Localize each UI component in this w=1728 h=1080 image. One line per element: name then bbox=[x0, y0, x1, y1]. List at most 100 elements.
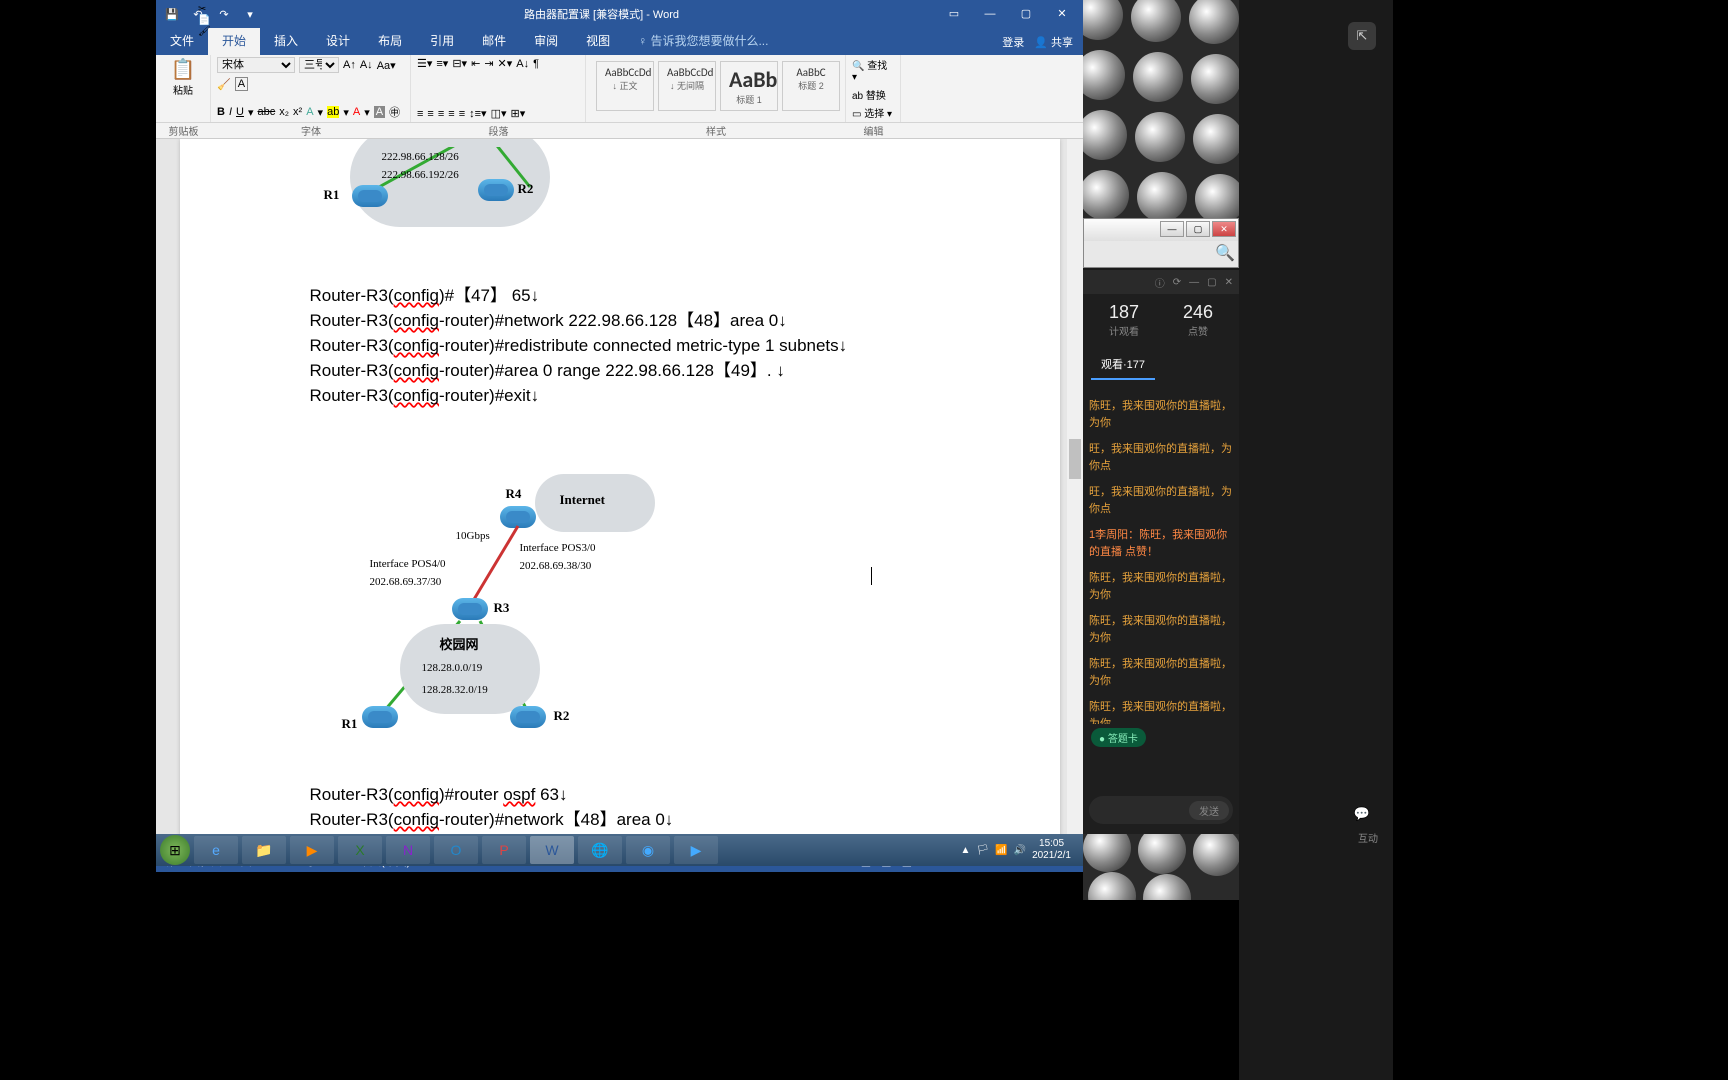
change-case-icon[interactable]: Aa▾ bbox=[377, 59, 396, 72]
save-icon[interactable]: 💾 bbox=[164, 8, 180, 21]
share-float-button[interactable]: ⇱ bbox=[1348, 22, 1376, 50]
document-area[interactable]: 222.98.66.128/26 222.98.66.192/26 R1 R2 … bbox=[156, 139, 1083, 850]
font-size-select[interactable]: 三号 bbox=[299, 57, 339, 73]
chat-messages[interactable]: 陈旺，我来围观你的直播啦，为你 旺，我来围观你的直播啦，为你点 旺，我来围观你的… bbox=[1083, 384, 1239, 724]
tab-insert[interactable]: 插入 bbox=[260, 28, 312, 55]
mini-maximize-button[interactable]: ▢ bbox=[1186, 221, 1210, 237]
qat-dropdown-icon[interactable]: ▾ bbox=[242, 8, 258, 21]
tell-me-search[interactable]: ♀ 告诉我您想要做什么... bbox=[624, 28, 782, 55]
subscript-button[interactable]: x₂ bbox=[279, 106, 289, 118]
justify-icon[interactable]: ≡ bbox=[448, 108, 454, 120]
replace-button[interactable]: ab 替换 bbox=[852, 87, 894, 102]
char-shading-icon[interactable]: A bbox=[374, 106, 385, 118]
font-color-icon[interactable]: A bbox=[353, 106, 360, 118]
taskbar-ie[interactable]: e bbox=[194, 836, 238, 864]
borders-icon[interactable]: ⊞▾ bbox=[510, 107, 525, 120]
phonetic-icon[interactable]: A bbox=[235, 77, 248, 91]
tab-mailings[interactable]: 邮件 bbox=[468, 28, 520, 55]
tab-review[interactable]: 审阅 bbox=[520, 28, 572, 55]
text-effects-icon[interactable]: A bbox=[306, 106, 313, 118]
numbering-icon[interactable]: ≡▾ bbox=[436, 57, 448, 70]
decrease-indent-icon[interactable]: ⇤ bbox=[471, 57, 480, 70]
taskbar-media[interactable]: ▶ bbox=[290, 836, 334, 864]
panel-close-icon[interactable]: ✕ bbox=[1225, 277, 1233, 288]
style-no-spacing[interactable]: AaBbCcDd↓ 无间隔 bbox=[658, 61, 716, 111]
tab-home[interactable]: 开始 bbox=[208, 28, 260, 55]
taskbar-powerpoint[interactable]: P bbox=[482, 836, 526, 864]
format-painter-icon[interactable]: 🖌 bbox=[198, 26, 211, 37]
answer-card-badge[interactable]: ● 答题卡 bbox=[1091, 728, 1146, 747]
tab-design[interactable]: 设计 bbox=[312, 28, 364, 55]
panel-max-icon[interactable]: ▢ bbox=[1207, 277, 1216, 288]
select-button[interactable]: ▭ 选择 ▾ bbox=[852, 105, 894, 120]
align-left-icon[interactable]: ≡ bbox=[417, 108, 423, 120]
chat-float-button[interactable]: 💬 bbox=[1348, 800, 1376, 828]
taskbar-chrome[interactable]: 🌐 bbox=[578, 836, 622, 864]
vertical-scrollbar[interactable] bbox=[1067, 139, 1083, 850]
login-button[interactable]: 登录 bbox=[1002, 34, 1024, 50]
mini-close-button[interactable]: ✕ bbox=[1212, 221, 1236, 237]
font-family-select[interactable]: 宋体 bbox=[217, 57, 295, 73]
taskbar-word[interactable]: W bbox=[530, 836, 574, 864]
tray-network-icon[interactable]: 📶 bbox=[995, 845, 1007, 856]
underline-button[interactable]: U bbox=[236, 106, 244, 118]
grow-font-icon[interactable]: A↑ bbox=[343, 59, 356, 71]
tray-volume-icon[interactable]: 🔊 bbox=[1014, 845, 1026, 856]
distribute-icon[interactable]: ≡ bbox=[459, 108, 465, 120]
taskbar-outlook[interactable]: O bbox=[434, 836, 478, 864]
start-button[interactable]: ⊞ bbox=[160, 835, 190, 865]
shading-icon[interactable]: ◫▾ bbox=[491, 107, 507, 120]
multilevel-icon[interactable]: ⊟▾ bbox=[452, 57, 467, 70]
tab-view[interactable]: 视图 bbox=[572, 28, 624, 55]
increase-indent-icon[interactable]: ⇥ bbox=[484, 57, 493, 70]
paste-icon[interactable]: 📋 bbox=[162, 57, 204, 82]
taskbar-onenote[interactable]: N bbox=[386, 836, 430, 864]
sort-icon[interactable]: A↓ bbox=[516, 58, 529, 70]
tab-layout[interactable]: 布局 bbox=[364, 28, 416, 55]
superscript-button[interactable]: x² bbox=[293, 106, 302, 118]
mini-minimize-button[interactable]: — bbox=[1160, 221, 1184, 237]
asian-layout-icon[interactable]: ✕▾ bbox=[498, 57, 513, 70]
info-icon[interactable]: ⓘ bbox=[1155, 275, 1165, 290]
clock-date[interactable]: 2021/2/1 bbox=[1032, 850, 1071, 862]
tab-references[interactable]: 引用 bbox=[416, 28, 468, 55]
copy-icon[interactable]: 📄 bbox=[198, 15, 211, 26]
chat-tab-viewing[interactable]: 观看·177 bbox=[1091, 350, 1155, 380]
italic-button[interactable]: I bbox=[229, 106, 232, 118]
enclose-char-icon[interactable]: ㊥ bbox=[389, 104, 400, 120]
close-button[interactable]: ✕ bbox=[1045, 4, 1079, 24]
ribbon-options-button[interactable]: ▭ bbox=[937, 4, 971, 24]
bullets-icon[interactable]: ☰▾ bbox=[417, 57, 432, 70]
send-button[interactable]: 发送 bbox=[1189, 801, 1229, 820]
line-spacing-icon[interactable]: ↕≡▾ bbox=[469, 107, 486, 120]
taskbar-explorer[interactable]: 📁 bbox=[242, 836, 286, 864]
clock-time[interactable]: 15:05 bbox=[1032, 838, 1071, 850]
bold-button[interactable]: B bbox=[217, 106, 225, 118]
chat-input[interactable]: 发送 bbox=[1089, 796, 1233, 824]
align-center-icon[interactable]: ≡ bbox=[427, 108, 433, 120]
panel-min-icon[interactable]: — bbox=[1189, 277, 1199, 288]
show-marks-icon[interactable]: ¶ bbox=[533, 58, 539, 70]
strike-button[interactable]: abc bbox=[258, 106, 276, 118]
style-heading1[interactable]: AaBb标题 1 bbox=[720, 61, 778, 111]
maximize-button[interactable]: ▢ bbox=[1009, 4, 1043, 24]
tray-flag-icon[interactable]: 🏳 bbox=[976, 845, 989, 856]
style-normal[interactable]: AaBbCcDd↓ 正文 bbox=[596, 61, 654, 111]
refresh-icon[interactable]: ⟳ bbox=[1173, 277, 1181, 288]
minimize-button[interactable]: — bbox=[973, 4, 1007, 24]
tray-icon[interactable]: ▲ bbox=[961, 845, 971, 856]
cut-icon[interactable]: ✂ bbox=[198, 4, 211, 15]
taskbar-excel[interactable]: X bbox=[338, 836, 382, 864]
align-right-icon[interactable]: ≡ bbox=[438, 108, 444, 120]
shrink-font-icon[interactable]: A↓ bbox=[360, 59, 373, 71]
highlight-icon[interactable]: ab bbox=[327, 106, 339, 118]
taskbar-app2[interactable]: ▶ bbox=[674, 836, 718, 864]
share-button[interactable]: 👤 共享 bbox=[1034, 34, 1073, 50]
scrollbar-thumb[interactable] bbox=[1069, 439, 1081, 479]
style-heading2[interactable]: AaBbC标题 2 bbox=[782, 61, 840, 111]
clear-format-icon[interactable]: 🧹 bbox=[217, 78, 231, 91]
taskbar-app1[interactable]: ◉ bbox=[626, 836, 670, 864]
search-icon[interactable]: 🔍 bbox=[1214, 243, 1236, 263]
redo-icon[interactable]: ↷ bbox=[216, 8, 232, 21]
find-button[interactable]: 🔍 查找 ▾ bbox=[852, 57, 894, 83]
